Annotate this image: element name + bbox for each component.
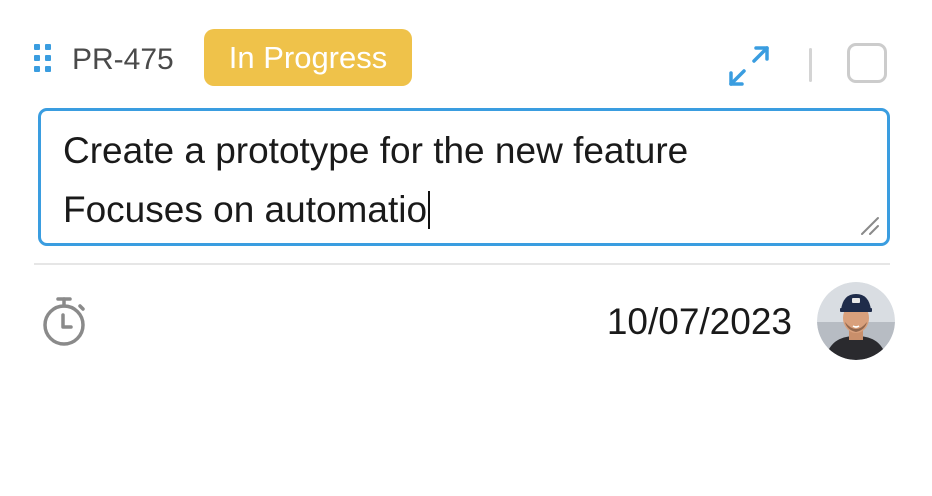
drag-handle-icon[interactable] (32, 42, 54, 74)
task-card: PR-475 In Progress Create a prototype fo… (0, 0, 932, 496)
description-line-2-text: Focuses on automatio (63, 189, 428, 230)
ticket-id: PR-475 (72, 43, 174, 76)
resize-grip-icon[interactable] (859, 215, 881, 237)
due-date[interactable]: 10/07/2023 (607, 300, 792, 344)
description-line-2: Focuses on automatio (63, 180, 865, 239)
expand-icon[interactable] (726, 43, 772, 89)
toolbar-divider (809, 48, 812, 82)
section-divider (34, 263, 890, 265)
complete-checkbox[interactable] (847, 43, 887, 83)
description-line-1: Create a prototype for the new feature (63, 130, 689, 171)
assignee-avatar[interactable] (817, 282, 895, 360)
status-badge[interactable]: In Progress (204, 29, 412, 86)
text-caret (428, 191, 431, 229)
description-textarea[interactable]: Create a prototype for the new feature F… (38, 108, 890, 246)
stopwatch-icon[interactable] (40, 294, 90, 348)
